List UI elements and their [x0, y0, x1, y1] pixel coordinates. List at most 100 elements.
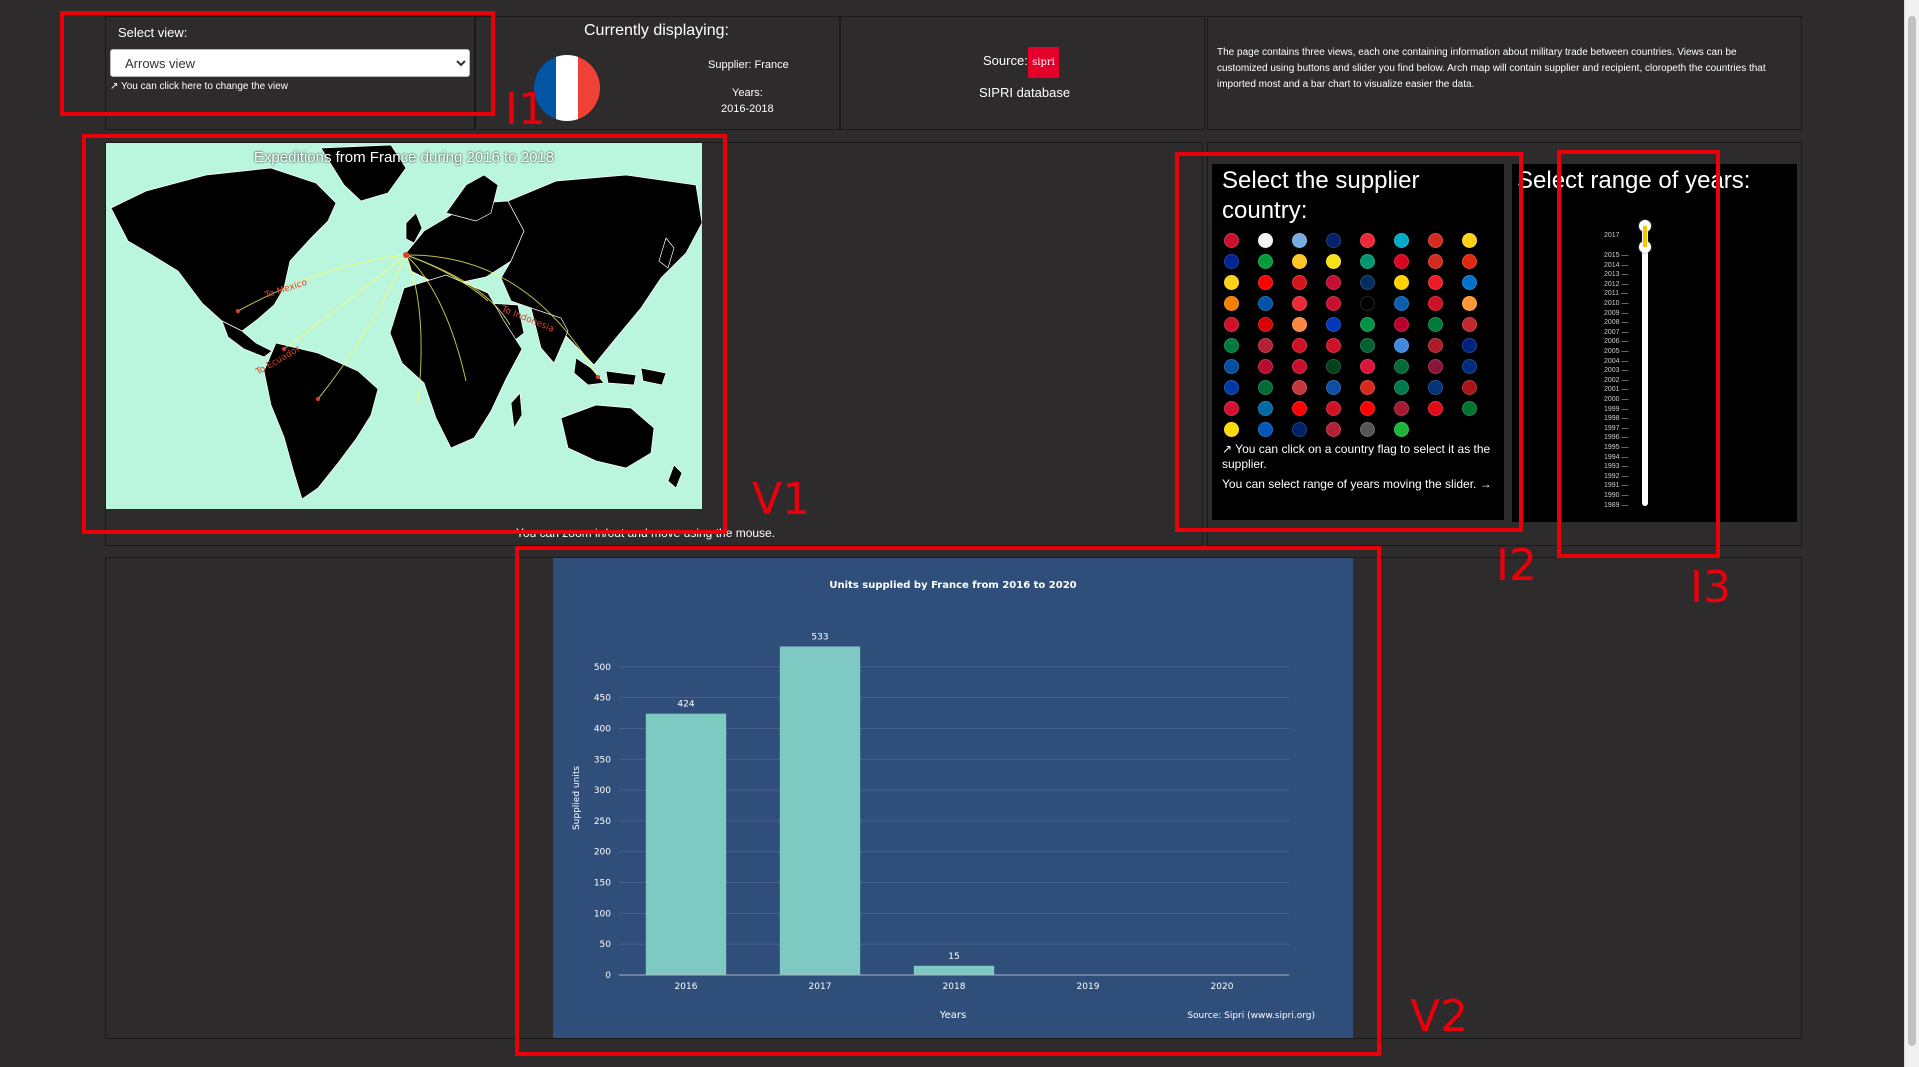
country-flag-icon[interactable] — [1292, 401, 1307, 416]
country-flag-icon[interactable] — [1360, 233, 1375, 248]
country-flag-icon[interactable] — [1292, 296, 1307, 311]
year-slider-track[interactable] — [1642, 226, 1648, 506]
flag-grid[interactable] — [1216, 230, 1488, 440]
world-map[interactable]: To Mexico To Ecuador To Indonesia Expedi… — [106, 143, 702, 509]
country-flag-icon[interactable] — [1462, 275, 1477, 290]
country-flag-icon[interactable] — [1428, 275, 1443, 290]
country-flag-icon[interactable] — [1360, 422, 1375, 437]
data-label: 533 — [811, 632, 828, 642]
country-flag-icon[interactable] — [1462, 380, 1477, 395]
y-tick-label: 250 — [594, 817, 611, 827]
country-flag-icon[interactable] — [1258, 254, 1273, 269]
country-flag-icon[interactable] — [1292, 275, 1307, 290]
bar-2017[interactable] — [779, 646, 861, 975]
country-flag-icon[interactable] — [1258, 380, 1273, 395]
country-flag-icon[interactable] — [1292, 233, 1307, 248]
x-axis-label: Years — [939, 1010, 966, 1021]
country-flag-icon[interactable] — [1258, 338, 1273, 353]
view-select-dropdown[interactable]: Arrows view — [110, 49, 470, 77]
country-flag-icon[interactable] — [1326, 380, 1341, 395]
country-flag-icon[interactable] — [1462, 254, 1477, 269]
country-flag-icon[interactable] — [1258, 401, 1273, 416]
country-flag-icon[interactable] — [1224, 254, 1239, 269]
country-flag-icon[interactable] — [1326, 296, 1341, 311]
country-flag-icon[interactable] — [1224, 359, 1239, 374]
country-flag-icon[interactable] — [1360, 401, 1375, 416]
country-flag-icon[interactable] — [1360, 296, 1375, 311]
country-flag-icon[interactable] — [1360, 338, 1375, 353]
bar-2016[interactable] — [645, 713, 727, 975]
country-flag-icon[interactable] — [1224, 296, 1239, 311]
country-flag-icon[interactable] — [1394, 422, 1409, 437]
map-title: Expeditions from France during 2016 to 2… — [253, 149, 555, 166]
country-flag-icon[interactable] — [1258, 233, 1273, 248]
country-flag-icon[interactable] — [1292, 254, 1307, 269]
country-flag-icon[interactable] — [1394, 296, 1409, 311]
country-flag-icon[interactable] — [1428, 296, 1443, 311]
country-flag-icon[interactable] — [1360, 380, 1375, 395]
country-flag-icon[interactable] — [1360, 254, 1375, 269]
country-flag-icon[interactable] — [1394, 338, 1409, 353]
country-flag-icon[interactable] — [1326, 338, 1341, 353]
country-flag-icon[interactable] — [1224, 338, 1239, 353]
world-map-svg[interactable]: To Mexico To Ecuador To Indonesia — [106, 143, 702, 509]
country-flag-icon[interactable] — [1360, 359, 1375, 374]
country-flag-icon[interactable] — [1258, 317, 1273, 332]
country-flag-icon[interactable] — [1360, 317, 1375, 332]
country-flag-icon[interactable] — [1428, 338, 1443, 353]
country-flag-icon[interactable] — [1258, 275, 1273, 290]
country-flag-icon[interactable] — [1326, 254, 1341, 269]
sipri-logo[interactable]: sipri — [1028, 47, 1059, 78]
data-label: 15 — [948, 952, 959, 962]
country-flag-icon[interactable] — [1224, 233, 1239, 248]
country-flag-icon[interactable] — [1428, 233, 1443, 248]
page-scrollbar[interactable] — [1904, 0, 1919, 1067]
country-flag-icon[interactable] — [1428, 254, 1443, 269]
page-scrollbar-thumb[interactable] — [1908, 16, 1916, 1046]
country-flag-icon[interactable] — [1258, 359, 1273, 374]
country-flag-icon[interactable] — [1394, 254, 1409, 269]
year-tick-label: 2011 — — [1604, 290, 1628, 298]
country-flag-icon[interactable] — [1462, 401, 1477, 416]
country-flag-icon[interactable] — [1292, 380, 1307, 395]
country-flag-icon[interactable] — [1326, 275, 1341, 290]
country-flag-icon[interactable] — [1292, 359, 1307, 374]
country-flag-icon[interactable] — [1224, 275, 1239, 290]
country-flag-icon[interactable] — [1224, 401, 1239, 416]
country-flag-icon[interactable] — [1394, 275, 1409, 290]
y-axis-label: Supplied units — [572, 766, 582, 830]
country-flag-icon[interactable] — [1326, 359, 1341, 374]
country-flag-icon[interactable] — [1428, 380, 1443, 395]
y-tick-label: 500 — [594, 663, 611, 673]
country-flag-icon[interactable] — [1428, 317, 1443, 332]
view-selector[interactable]: Arrows view — [110, 49, 470, 77]
country-flag-icon[interactable] — [1360, 275, 1375, 290]
country-flag-icon[interactable] — [1326, 317, 1341, 332]
country-flag-icon[interactable] — [1224, 380, 1239, 395]
country-flag-icon[interactable] — [1292, 317, 1307, 332]
country-flag-icon[interactable] — [1462, 317, 1477, 332]
country-flag-icon[interactable] — [1462, 338, 1477, 353]
country-flag-icon[interactable] — [1326, 401, 1341, 416]
country-flag-icon[interactable] — [1394, 317, 1409, 332]
country-flag-icon[interactable] — [1224, 422, 1239, 437]
country-flag-icon[interactable] — [1394, 233, 1409, 248]
bar-2018[interactable] — [913, 965, 995, 975]
country-flag-icon[interactable] — [1394, 359, 1409, 374]
years-label: Years: — [732, 87, 763, 99]
country-flag-icon[interactable] — [1292, 338, 1307, 353]
country-flag-icon[interactable] — [1292, 422, 1307, 437]
country-flag-icon[interactable] — [1462, 296, 1477, 311]
country-flag-icon[interactable] — [1326, 233, 1341, 248]
country-flag-icon[interactable] — [1224, 317, 1239, 332]
country-flag-icon[interactable] — [1462, 233, 1477, 248]
country-flag-icon[interactable] — [1462, 359, 1477, 374]
country-flag-icon[interactable] — [1428, 359, 1443, 374]
country-flag-icon[interactable] — [1394, 380, 1409, 395]
country-flag-icon[interactable] — [1394, 401, 1409, 416]
year-tick-label: 1998 — — [1604, 415, 1629, 423]
country-flag-icon[interactable] — [1326, 422, 1341, 437]
country-flag-icon[interactable] — [1258, 296, 1273, 311]
country-flag-icon[interactable] — [1428, 401, 1443, 416]
country-flag-icon[interactable] — [1258, 422, 1273, 437]
